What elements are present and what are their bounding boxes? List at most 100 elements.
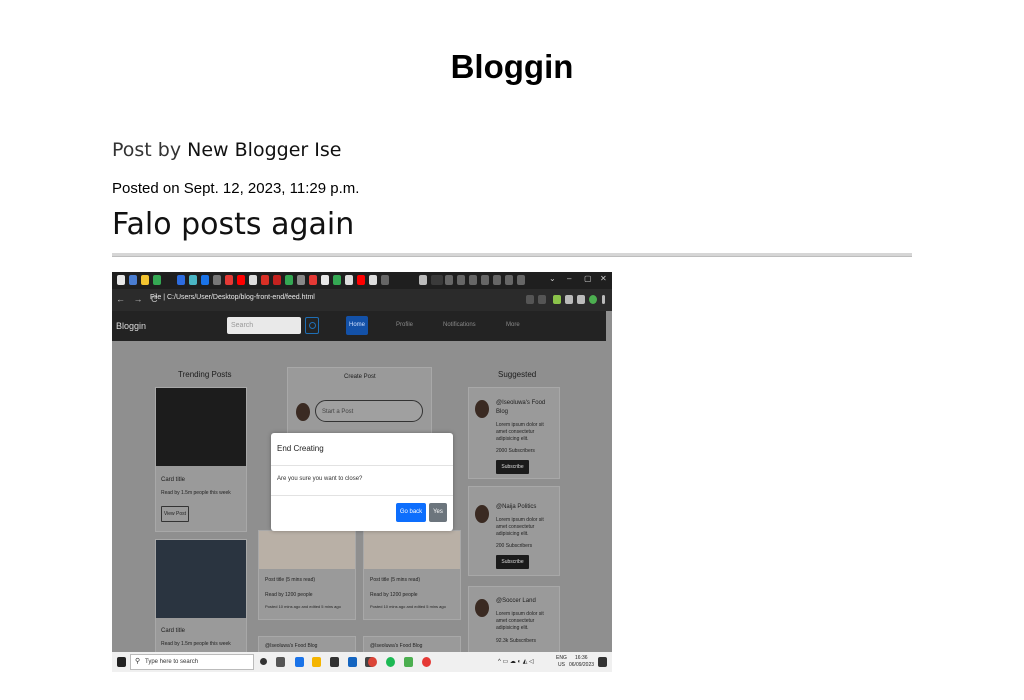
card-meta: Read by 1.5m people this week <box>161 641 231 647</box>
active-tab[interactable] <box>431 275 443 285</box>
tab-icon <box>481 275 489 285</box>
suggested-item: @Iseoluwa's Food Blog Lorem ipsum dolor … <box>468 387 560 479</box>
maximize-icon[interactable]: ▢ <box>584 274 592 283</box>
tab-icon <box>225 275 233 285</box>
post-posted: Posted 10 mins ago and edited 5 mins ago <box>370 604 446 609</box>
extension-icon[interactable] <box>553 295 561 304</box>
modal-title: End Creating <box>277 444 324 453</box>
tab-icon <box>457 275 465 285</box>
chevron-down-icon[interactable]: ⌄ <box>549 274 556 283</box>
card-meta: Read by 1.5m people this week <box>161 490 231 496</box>
tab-icon <box>505 275 513 285</box>
modal-body: Are you sure you want to close? <box>277 476 363 482</box>
end-creating-modal: End Creating Are you sure you want to cl… <box>271 433 453 531</box>
app-icon[interactable] <box>404 657 413 667</box>
suggested-subs: 92.3k Subscribers <box>496 638 537 644</box>
tab-icon <box>117 275 125 285</box>
suggested-desc: Lorem ipsum dolor sit amet consectetur a… <box>496 517 544 537</box>
mail-icon[interactable] <box>348 657 357 667</box>
clock-time[interactable]: 16:36 <box>575 655 588 661</box>
tab-icon <box>177 275 185 285</box>
taskbar-search[interactable]: ⚲ Type here to search <box>130 654 254 670</box>
feed-post[interactable]: Post title (5 mins read) Read by 1200 pe… <box>258 530 356 620</box>
share-icon[interactable] <box>526 295 534 304</box>
go-back-button[interactable]: Go back <box>396 503 426 522</box>
nav-notifications[interactable]: Notifications <box>443 322 476 328</box>
app-navbar: Bloggin Search Home Profile Notification… <box>112 311 606 341</box>
edge-icon[interactable] <box>295 657 304 667</box>
modal-divider <box>271 495 453 496</box>
puzzle-icon[interactable] <box>565 295 573 304</box>
close-icon[interactable]: ✕ <box>600 274 607 283</box>
view-post-button[interactable]: View Post <box>161 506 189 522</box>
suggested-subs: 200 Subscribers <box>496 543 533 549</box>
minimize-icon[interactable]: – <box>567 274 571 283</box>
nav-more[interactable]: More <box>506 322 520 328</box>
windows-taskbar: ⚲ Type here to search ^ ▭ ☁ ◐ ◭ ◁ ENG US… <box>112 652 612 672</box>
subscribe-button[interactable]: Subscribe <box>496 460 529 474</box>
store-icon[interactable] <box>330 657 339 667</box>
suggested-heading: Suggested <box>498 370 537 379</box>
start-post-input[interactable]: Start a Post <box>315 400 423 422</box>
post-image: ⌄ – ▢ ✕ ← → C File | C:/Users/User/Deskt… <box>112 272 612 672</box>
windows-start-icon[interactable] <box>117 657 126 667</box>
post-readers: Read by 1200 people <box>265 592 313 598</box>
nav-home[interactable]: Home <box>346 316 368 335</box>
nav-profile[interactable]: Profile <box>396 322 413 328</box>
tab-icon <box>469 275 477 285</box>
search-input[interactable]: Search <box>227 317 301 334</box>
subscribe-button[interactable]: Subscribe <box>496 555 529 569</box>
spotify-icon[interactable] <box>386 657 395 667</box>
tab-icon <box>357 275 365 285</box>
suggested-name: @Soccer Land <box>496 598 536 604</box>
sidebar-icon[interactable] <box>577 295 585 304</box>
notification-icon[interactable] <box>598 657 607 667</box>
post-author: Post by New Blogger Ise <box>112 139 341 161</box>
star-icon[interactable] <box>538 295 546 304</box>
tab-icon <box>141 275 149 285</box>
app-icon[interactable] <box>422 657 431 667</box>
post-title: Post title (5 mins read) <box>265 577 316 583</box>
post-posted: Posted 10 mins ago and edited 5 mins ago <box>265 604 341 609</box>
post-heading: Falo posts again <box>112 207 355 242</box>
trending-card: Card title Read by 1.5m people this week… <box>155 387 247 532</box>
post-image-thumb <box>259 531 355 569</box>
tab-icon <box>249 275 257 285</box>
cortana-icon[interactable] <box>260 658 267 665</box>
avatar <box>475 400 489 418</box>
lang-bottom[interactable]: US <box>558 662 565 668</box>
chrome-icon[interactable] <box>368 657 377 667</box>
suggested-subs: 2000 Subscribers <box>496 448 535 454</box>
tab-icon <box>333 275 341 285</box>
profile-icon[interactable] <box>589 295 597 304</box>
task-view-icon[interactable] <box>276 657 285 667</box>
suggested-name: @Naija Politics <box>496 504 537 510</box>
avatar <box>475 599 489 617</box>
tab-icon <box>493 275 501 285</box>
avatar <box>475 505 489 523</box>
blog-name: @Iseoluwa's Food Blog <box>370 643 423 649</box>
file-explorer-icon[interactable] <box>312 657 321 667</box>
yes-button[interactable]: Yes <box>429 503 447 522</box>
create-post-card: Create Post Start a Post <box>287 367 432 437</box>
lang-top[interactable]: ENG <box>556 655 567 661</box>
trending-heading: Trending Posts <box>178 370 232 379</box>
suggested-desc: Lorem ipsum dolor sit amet consectetur a… <box>496 422 544 442</box>
author-name[interactable]: New Blogger Ise <box>187 139 341 161</box>
menu-icon[interactable] <box>602 295 605 304</box>
app-brand[interactable]: Bloggin <box>116 321 146 331</box>
card-image <box>156 388 246 466</box>
tab-icon <box>129 275 137 285</box>
clock-date[interactable]: 06/09/2023 <box>569 662 594 668</box>
tab-icon <box>445 275 453 285</box>
tray-icons[interactable]: ^ ▭ ☁ ◐ ◭ ◁ <box>498 658 534 665</box>
browser-tab-strip: ⌄ – ▢ ✕ <box>112 272 612 289</box>
tab-icon <box>321 275 329 285</box>
tab-icon <box>369 275 377 285</box>
search-button[interactable] <box>305 317 319 334</box>
url-field[interactable]: File | C:/Users/User/Desktop/blog-front-… <box>150 294 315 301</box>
suggested-item: @Soccer Land Lorem ipsum dolor sit amet … <box>468 586 560 654</box>
avatar <box>296 403 310 421</box>
feed-post[interactable]: Post title (5 mins read) Read by 1200 pe… <box>363 530 461 620</box>
tab-icon <box>297 275 305 285</box>
